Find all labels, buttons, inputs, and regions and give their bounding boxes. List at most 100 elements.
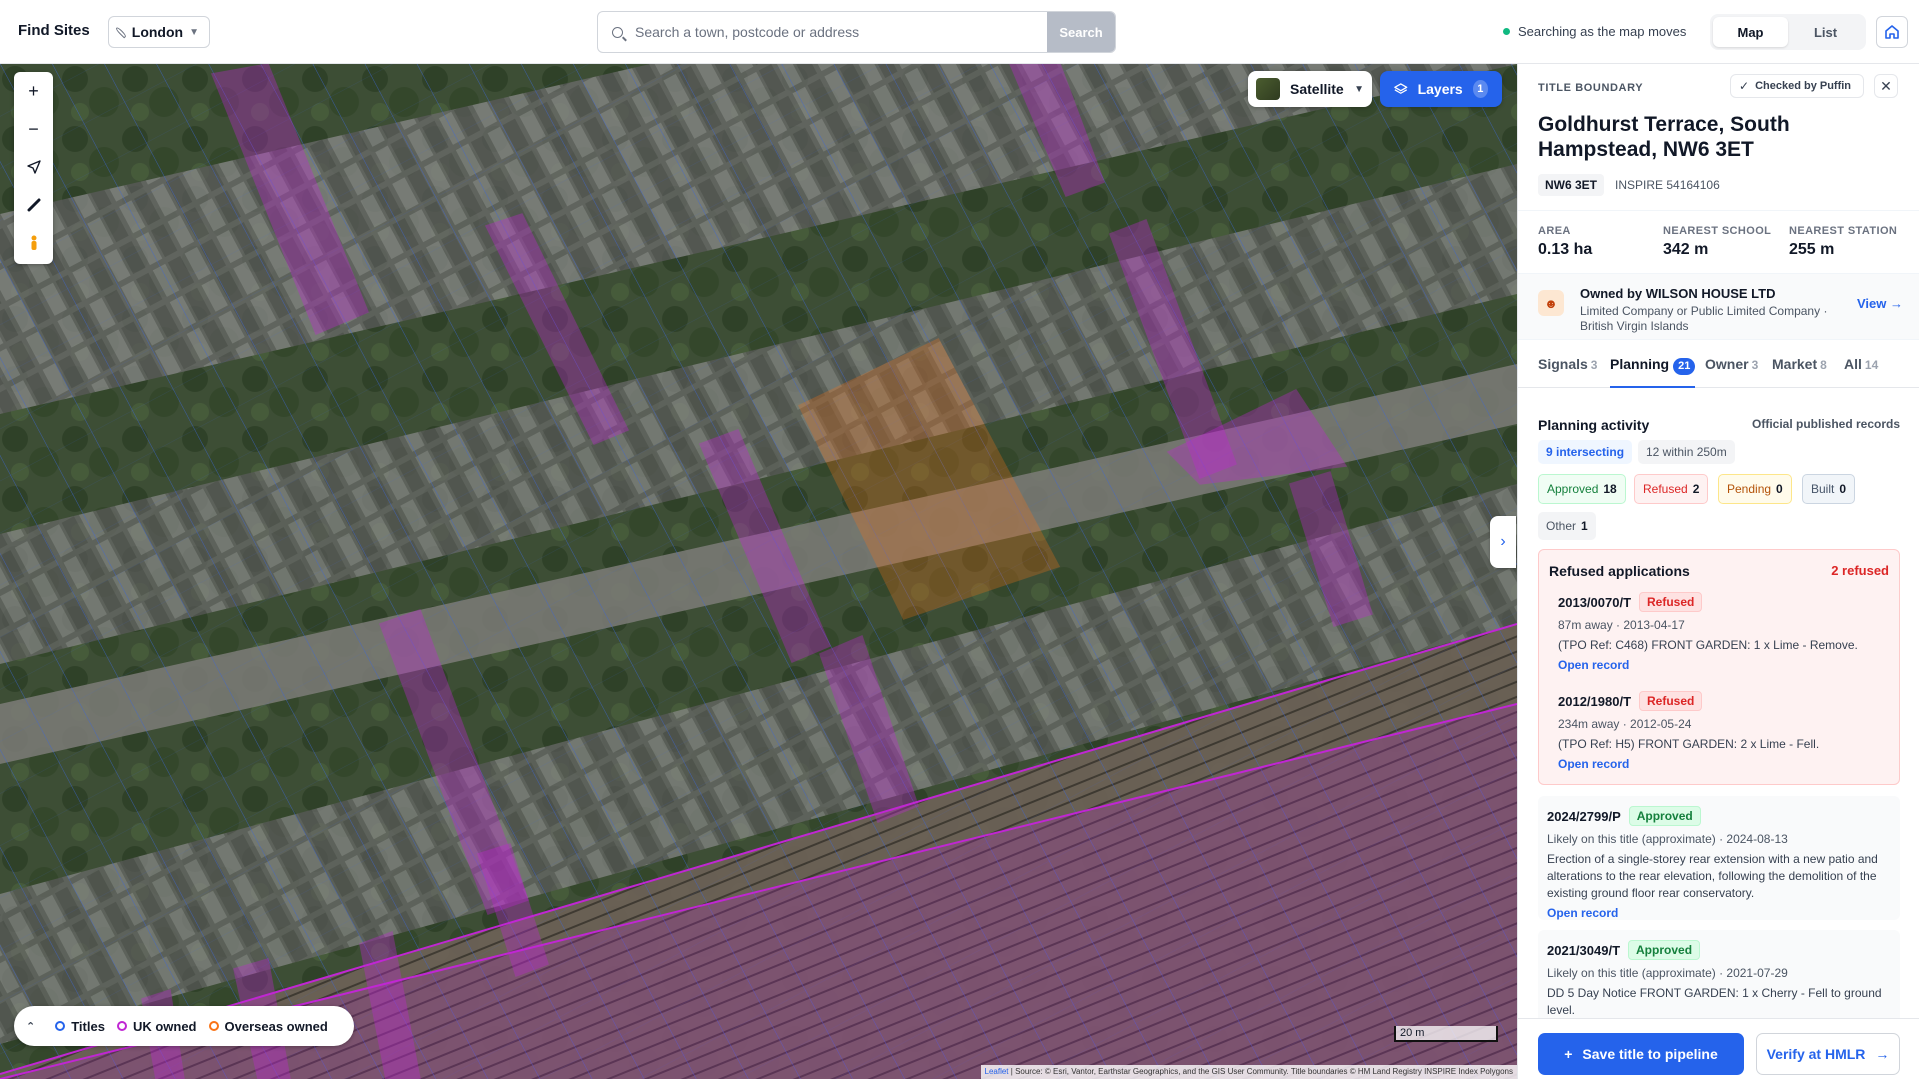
title-address: Goldhurst Terrace, South Hampstead, NW6 … xyxy=(1538,113,1790,161)
detail-tabs: Signals 3 Planning 21 Owner 3 Market 8 All 14 xyxy=(1518,340,1919,388)
open-record-link[interactable]: Open record xyxy=(1558,757,1888,771)
built-count-chip[interactable]: Built 0 xyxy=(1802,474,1856,504)
record-description: (TPO Ref: C468) FRONT GARDEN: 1 x Lime -… xyxy=(1558,638,1858,652)
app-title: Find Sites xyxy=(18,22,90,39)
close-icon: ✕ xyxy=(1880,77,1892,94)
tab-count: 8 xyxy=(1820,358,1827,372)
approved-count-chip[interactable]: Approved 18 xyxy=(1538,474,1626,504)
location-select[interactable]: London ▼ xyxy=(108,16,210,48)
leaflet-link[interactable]: Leaflet xyxy=(985,1067,1009,1076)
tab-count: 3 xyxy=(1590,358,1598,372)
puffin-icon: ✓ xyxy=(1739,79,1750,93)
record-description: DD 5 Day Notice FRONT GARDEN: 1 x Cherry… xyxy=(1547,986,1882,1017)
record-description: Erection of a single-storey rear extensi… xyxy=(1547,852,1878,900)
map-scale-bar: 20 m xyxy=(1394,1026,1498,1042)
checked-by-text: Checked by Puffin xyxy=(1755,80,1852,92)
search-input[interactable] xyxy=(635,24,1047,40)
open-record-link[interactable]: Open record xyxy=(1558,658,1888,672)
satellite-map xyxy=(0,64,1517,1079)
planning-record: 2012/1980/T Refused 234m away · 2012-05-2… xyxy=(1558,691,1888,771)
planning-record: 2013/0070/T Refused 87m away · 2013-04-17… xyxy=(1558,592,1888,672)
street-view-button[interactable] xyxy=(14,224,53,262)
status-dot-icon xyxy=(1503,28,1510,35)
view-map-button[interactable]: Map xyxy=(1713,17,1788,47)
other-count-chip[interactable]: Other 1 xyxy=(1538,512,1596,540)
verify-button-label: Verify at HMLR xyxy=(1766,1046,1866,1062)
planning-record: 2021/3049/T Approved Likely on this title… xyxy=(1547,940,1893,1019)
chip-label: Pending xyxy=(1727,482,1772,496)
zoom-in-button[interactable]: + xyxy=(14,72,53,110)
chevron-right-icon: › xyxy=(1500,533,1506,550)
stat-value: 342 m xyxy=(1663,241,1709,258)
home-button[interactable] xyxy=(1876,16,1908,48)
layers-label: Layers xyxy=(1417,81,1463,97)
search-box: Search xyxy=(597,11,1116,53)
record-description: (TPO Ref: H5) FRONT GARDEN: 2 x Lime - F… xyxy=(1558,737,1820,751)
overseas-owned-ring-icon xyxy=(208,1021,219,1031)
search-button[interactable]: Search xyxy=(1047,12,1115,52)
tab-signals[interactable]: Signals 3 xyxy=(1538,356,1597,388)
within-250m-filter[interactable]: 12 within 250m xyxy=(1638,440,1735,464)
record-status-badge: Approved xyxy=(1628,806,1701,826)
stat-label: AREA xyxy=(1538,225,1571,237)
open-record-link[interactable]: Open record xyxy=(1547,906,1893,920)
stat-area: AREA 0.13 ha xyxy=(1538,225,1592,259)
legend-titles-label: Titles xyxy=(71,1018,105,1034)
tab-planning[interactable]: Planning 21 xyxy=(1610,356,1696,388)
tab-owner[interactable]: Owner 3 xyxy=(1705,356,1758,388)
record-ref: 2021/3049/T xyxy=(1547,942,1621,958)
navigation-arrow-icon xyxy=(26,160,41,174)
panel-actions: + Save title to pipeline Verify at HMLR → xyxy=(1518,1018,1919,1079)
intersecting-filter[interactable]: 9 intersecting xyxy=(1538,440,1633,464)
chip-count: 18 xyxy=(1603,482,1617,496)
owner-detail: Limited Company or Public Limited Compan… xyxy=(1580,304,1828,333)
status-text: Searching as the map moves xyxy=(1518,24,1687,39)
tab-count: 14 xyxy=(1864,358,1879,372)
official-records-note: Official published records xyxy=(1752,417,1901,431)
record-status-badge: Approved xyxy=(1628,940,1701,960)
legend-uk-owned-label: UK owned xyxy=(132,1018,197,1034)
postcode-badge: NW6 3ET xyxy=(1538,174,1605,196)
basemap-label: Satellite xyxy=(1290,81,1344,97)
tab-label: Planning xyxy=(1610,356,1670,372)
view-list-button[interactable]: List xyxy=(1788,17,1863,47)
tab-all[interactable]: All 14 xyxy=(1844,356,1878,388)
measure-button[interactable] xyxy=(14,186,53,224)
basemap-select[interactable]: Satellite ▼ xyxy=(1248,71,1372,107)
save-to-pipeline-button[interactable]: + Save title to pipeline xyxy=(1538,1033,1744,1075)
checked-by-badge[interactable]: ✓ Checked by Puffin xyxy=(1730,74,1864,98)
legend-toggle-caret-icon[interactable]: ⌃ xyxy=(26,1020,35,1033)
record-ref: 2024/2799/P xyxy=(1547,808,1621,824)
tab-label: Owner xyxy=(1705,356,1749,372)
owner-view-link[interactable]: View → xyxy=(1857,296,1903,311)
layers-button[interactable]: Layers 1 xyxy=(1380,71,1502,107)
view-toggle: Map List xyxy=(1710,14,1866,50)
stat-label: NEAREST SCHOOL xyxy=(1663,225,1772,237)
map-attribution: Leaflet | Source: © Esri, Vantor, Earths… xyxy=(980,1065,1517,1079)
home-icon xyxy=(1885,25,1899,39)
pending-count-chip[interactable]: Pending 0 xyxy=(1718,474,1792,504)
record-status-badge: Refused xyxy=(1639,592,1703,612)
tab-market[interactable]: Market 8 xyxy=(1772,356,1827,388)
zoom-out-button[interactable]: − xyxy=(14,110,53,148)
arrow-right-icon: → xyxy=(1875,1046,1890,1062)
stat-nearest-station: NEAREST STATION 255 m xyxy=(1789,225,1897,259)
record-status-badge: Refused xyxy=(1639,691,1703,711)
plus-icon: + xyxy=(1564,1046,1573,1062)
record-meta: 234m away · 2012-05-24 xyxy=(1558,717,1692,731)
refused-count-chip[interactable]: Refused 2 xyxy=(1634,474,1709,504)
map-canvas[interactable]: + − Satellite ▼ Layers 1 › ⌃ Titles UK o… xyxy=(0,64,1517,1079)
stat-label: NEAREST STATION xyxy=(1789,225,1898,237)
title-stats: AREA 0.13 ha NEAREST SCHOOL 342 m NEARES… xyxy=(1518,210,1919,274)
verify-hmlr-button[interactable]: Verify at HMLR → xyxy=(1756,1033,1900,1075)
attribution-text: | Source: © Esri, Vantor, Earthstar Geog… xyxy=(1010,1067,1513,1076)
tab-label: All xyxy=(1844,356,1862,372)
uk-owned-ring-icon xyxy=(116,1021,127,1031)
collapse-panel-button[interactable]: › xyxy=(1490,516,1516,568)
chevron-down-icon: ▼ xyxy=(1354,83,1364,95)
section-label: TITLE BOUNDARY xyxy=(1538,82,1644,94)
locate-button[interactable] xyxy=(14,148,53,186)
close-panel-button[interactable]: ✕ xyxy=(1874,74,1898,98)
location-pin-icon xyxy=(114,26,127,38)
stat-value: 255 m xyxy=(1789,241,1835,258)
